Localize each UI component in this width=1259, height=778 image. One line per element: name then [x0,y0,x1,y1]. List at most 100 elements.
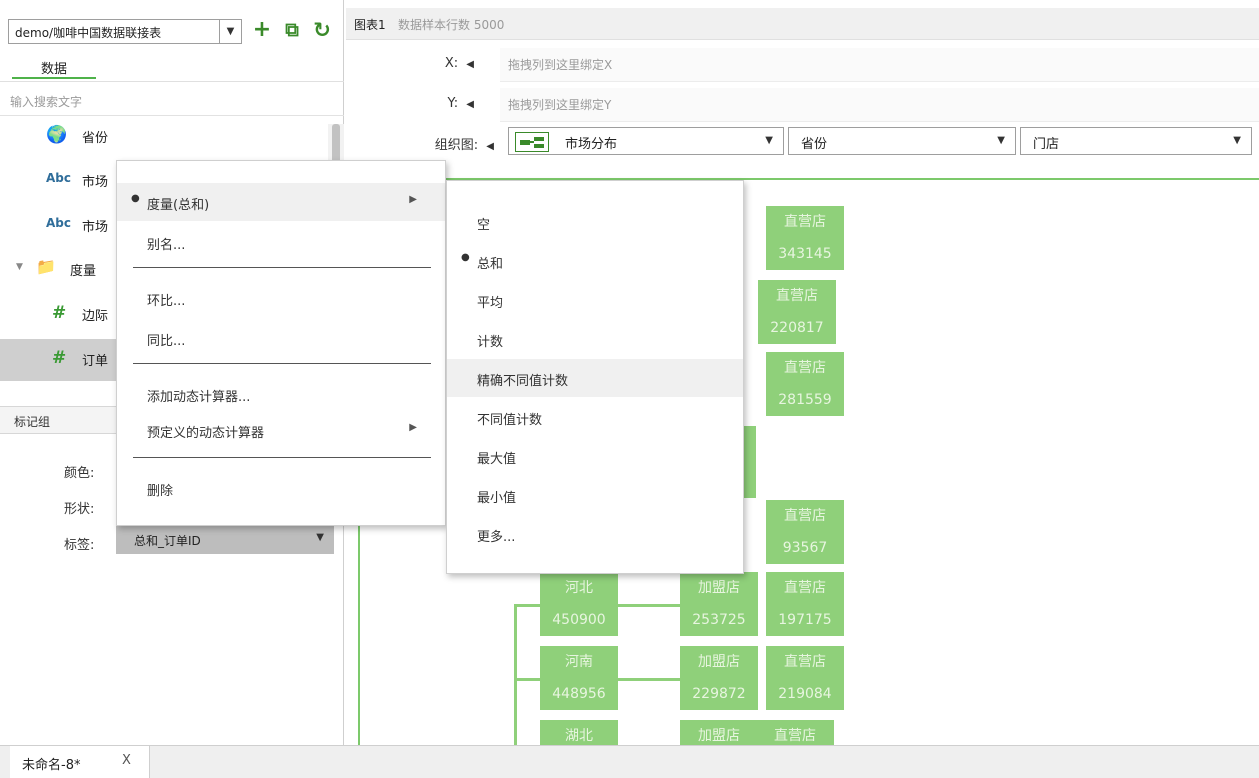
org-shelf-label: 组织图: ◀ [434,138,494,153]
chevron-down-icon[interactable]: ▼ [997,135,1005,146]
folder-label: 度量 [70,264,97,279]
org-field-value: 省份 [801,137,828,152]
sample-rows: 数据样本行数 5000 [398,18,505,32]
org-field-value: 门店 [1033,137,1060,152]
node-label[interactable]: 直营店 [766,572,844,604]
node-value[interactable]: 219084 [766,678,844,710]
org-field-value: 市场分布 [565,137,618,152]
tab-data[interactable]: 数据 [12,53,96,79]
node-value[interactable]: 343145 [766,238,844,270]
text-type-icon: Abc [46,216,71,230]
node-value[interactable]: 197175 [766,604,844,636]
text-type-icon: Abc [46,171,71,185]
field-label: 边际 [82,309,109,324]
node-label[interactable]: 直营店 [766,646,844,678]
tab-divider [0,81,344,82]
submenu-item-min[interactable]: 最小值 [447,476,743,514]
node-label[interactable]: 湖北 [540,720,618,745]
node-label[interactable]: 直营店 [766,206,844,238]
close-icon[interactable]: X [122,753,131,768]
node-label[interactable]: 加盟店 [680,572,758,604]
document-tab[interactable]: 未命名-8* X [10,746,150,778]
partial-node[interactable] [742,426,756,498]
node-value[interactable]: 229872 [680,678,758,710]
aggregation-submenu: 空 ● 总和 平均 计数 精确不同值计数 不同值计数 最大值 最小值 更多... [446,180,744,574]
number-type-icon: # [52,348,67,368]
collapse-left-icon[interactable]: ◀ [486,141,494,152]
collapse-left-icon[interactable]: ◀ [466,59,474,70]
submenu-item-avg[interactable]: 平均 [447,281,743,319]
chevron-down-icon[interactable]: ▼ [219,20,241,43]
node-value[interactable]: 220817 [758,312,836,344]
chart-header: 图表1 数据样本行数 5000 [346,8,1259,40]
chevron-down-icon[interactable]: ▼ [1233,135,1241,146]
menu-separator [133,363,431,364]
submenu-arrow-icon: ▶ [409,422,417,433]
y-shelf-placeholder: 拖拽列到这里绑定Y [508,98,612,112]
search-placeholder: 输入搜索文字 [10,95,83,109]
field-label: 订单 [82,354,109,369]
node-value[interactable]: 448956 [540,678,618,710]
submenu-item-count[interactable]: 计数 [447,320,743,358]
menu-item-mom[interactable]: 环比... [117,279,445,317]
field-province[interactable]: 🌍 省份 [0,116,328,158]
y-shelf[interactable]: 拖拽列到这里绑定Y [500,88,1259,122]
tag-select[interactable]: 总和_订单ID ▼ [116,526,334,554]
chart-name: 图表1 [354,18,386,32]
submenu-item-distinct-count[interactable]: 不同值计数 [447,398,743,436]
tag-select-value: 总和_订单ID [134,534,201,548]
menu-item-measure-sum[interactable]: ● 度量(总和) ▶ [117,183,445,221]
popout-icon[interactable]: ⧉ [280,16,304,44]
submenu-item-max[interactable]: 最大值 [447,437,743,475]
menu-item-add-dynamic-calc[interactable]: 添加动态计算器... [117,375,445,413]
node-value[interactable]: 450900 [540,604,618,636]
menu-item-yoy[interactable]: 同比... [117,319,445,357]
chevron-down-icon[interactable]: ▼ [765,135,773,146]
number-type-icon: # [52,303,67,323]
org-field-store[interactable]: 门店 ▼ [1020,127,1252,155]
node-label[interactable]: 直营店 [766,500,844,532]
tree-connector [514,678,540,681]
menu-item-delete[interactable]: 删除 [117,469,445,507]
node-value[interactable]: 253725 [680,604,758,636]
node-label[interactable]: 加盟店 [680,720,758,745]
expand-arrow-icon[interactable]: ▼ [16,262,23,272]
document-tab-title: 未命名-8* [22,758,81,773]
menu-item-alias[interactable]: 别名... [117,223,445,261]
org-field-market[interactable]: 市场分布 ▼ [508,127,784,155]
collapse-left-icon[interactable]: ◀ [466,99,474,110]
node-label[interactable]: 直营店 [758,280,836,312]
bullet-icon: ● [461,252,470,263]
datasource-select[interactable]: demo/咖啡中国数据联接表 ▼ [8,19,242,44]
y-shelf-label: Y: ◀ [447,96,474,111]
menu-item-predefined-calc[interactable]: 预定义的动态计算器 ▶ [117,411,445,449]
org-field-province[interactable]: 省份 ▼ [788,127,1016,155]
refresh-icon[interactable]: ↻ [310,16,334,44]
node-label[interactable]: 加盟店 [680,646,758,678]
add-icon[interactable]: + [250,16,274,44]
field-label: 省份 [82,131,109,146]
tree-connector [618,678,680,681]
submenu-item-exact-distinct-count[interactable]: 精确不同值计数 [447,359,743,397]
color-label: 颜色: [64,466,95,481]
search-input[interactable]: 输入搜索文字 [0,88,344,116]
tree-connector [514,604,517,745]
context-menu: ● 度量(总和) ▶ 别名... 环比... 同比... 添加动态计算器... … [116,160,446,526]
field-label: 市场 [82,175,109,190]
submenu-item-none[interactable]: 空 [447,203,743,241]
tree-connector [618,604,680,607]
submenu-item-sum[interactable]: ● 总和 [447,242,743,280]
node-label[interactable]: 河北 [540,572,618,604]
chevron-down-icon[interactable]: ▼ [316,532,324,543]
bullet-icon: ● [131,193,140,204]
submenu-arrow-icon: ▶ [409,194,417,205]
node-label[interactable]: 直营店 [756,720,834,745]
node-value[interactable]: 281559 [766,384,844,416]
node-label[interactable]: 直营店 [766,352,844,384]
submenu-item-more[interactable]: 更多... [447,515,743,553]
node-value[interactable]: 93567 [766,532,844,564]
x-shelf-placeholder: 拖拽列到这里绑定X [508,58,613,72]
bottom-tab-bar [0,745,1259,778]
node-label[interactable]: 河南 [540,646,618,678]
x-shelf[interactable]: 拖拽列到这里绑定X [500,48,1259,82]
